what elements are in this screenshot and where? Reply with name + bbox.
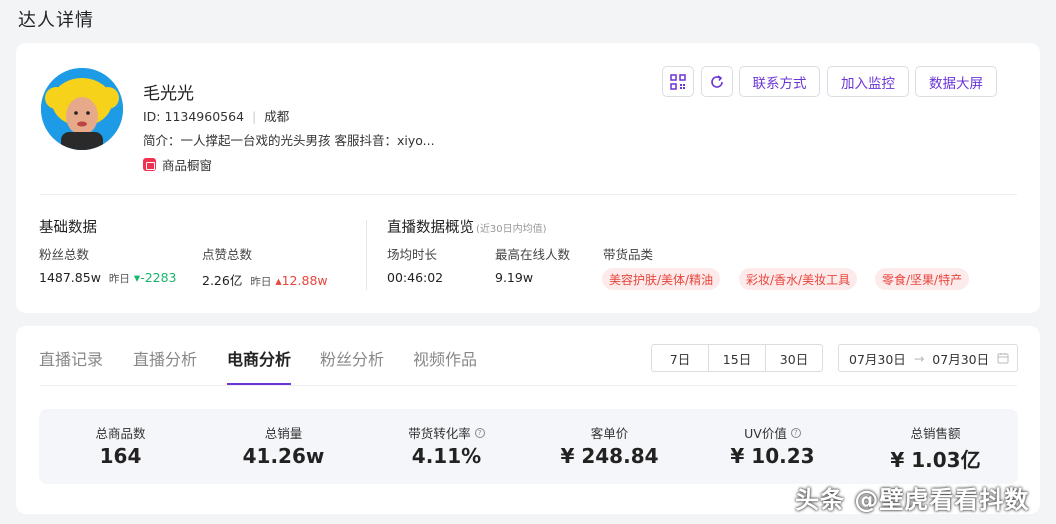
profile-card: 毛光光 ID: 1134960564 | 成都 简介：一人撑起一台戏的光头男孩 客服… — [16, 43, 1040, 313]
shop-bag-icon — [143, 158, 156, 171]
end-date: 07月30日 — [932, 351, 990, 367]
stat-value: ¥ 248.84 — [560, 444, 659, 468]
live-data-title: 直播数据概览 (近30日内均值) — [387, 220, 547, 236]
fans-label: 粉丝总数 — [39, 247, 90, 262]
stat-value: ¥ 10.23 — [730, 444, 815, 468]
category-label: 带货品类 — [603, 247, 654, 262]
stat-label: 总销量 — [264, 426, 303, 441]
avg-duration-value: 00:46:02 — [387, 270, 444, 285]
page-title: 达人详情 — [18, 10, 94, 31]
stat-total-sales-volume: 总销量 41.26w — [202, 409, 365, 484]
stat-value: ¥ 1.03亿 — [890, 448, 981, 472]
ecommerce-stats: 总商品数 164 总销量 41.26w 带货转化率? 4.11% 客单价 ¥ 2… — [39, 409, 1018, 484]
stat-conversion-rate: 带货转化率? 4.11% — [365, 409, 528, 484]
refresh-button[interactable] — [701, 66, 733, 97]
category-tag[interactable]: 彩妆/香水/美妆工具 — [739, 268, 858, 290]
avg-duration-label: 场均时长 — [387, 247, 438, 262]
divider — [40, 194, 1017, 195]
range-15-days-button[interactable]: 15日 — [708, 344, 766, 372]
profile-id: ID: 1134960564 — [143, 109, 245, 124]
basic-data-title: 基础数据 — [39, 220, 97, 236]
peak-online-value: 9.19w — [495, 270, 534, 285]
fans-yesterday-label: 昨日 — [108, 273, 130, 285]
help-icon[interactable]: ? — [474, 427, 485, 438]
shop-window-link[interactable]: 商品橱窗 — [143, 155, 212, 174]
likes-value-row: 2.26亿 昨日 ▴12.88w — [202, 270, 328, 289]
fans-change: ▾-2283 — [133, 270, 177, 285]
stat-label: 客单价 — [590, 426, 629, 441]
stat-label: UV价值? — [691, 423, 854, 442]
tab-fans-analysis[interactable]: 粉丝分析 — [320, 346, 384, 370]
stat-value: 4.11% — [411, 444, 482, 468]
tab-live-records[interactable]: 直播记录 — [39, 346, 103, 370]
date-range-picker[interactable]: 07月30日 → 07月30日 — [838, 344, 1018, 372]
profile-id-line: ID: 1134960564 | 成都 — [143, 106, 289, 125]
fans-value-row: 1487.85w 昨日 ▾-2283 — [39, 270, 177, 286]
category-tag[interactable]: 美容护肤/美体/精油 — [602, 268, 721, 290]
profile-location: 成都 — [264, 109, 290, 124]
tab-video-works[interactable]: 视频作品 — [413, 346, 477, 370]
stat-label: 总销售额 — [910, 426, 961, 441]
divider-vertical — [366, 220, 367, 290]
live-data-note: (近30日内均值) — [476, 224, 547, 235]
stat-uv-value: UV价值? ¥ 10.23 — [691, 409, 854, 484]
profile-intro: 简介：一人撑起一台戏的光头男孩 客服抖音：xiyo... — [143, 133, 435, 148]
tab-live-analysis[interactable]: 直播分析 — [133, 346, 197, 370]
watermark: 头条 @壁虎看看抖数 — [795, 486, 1030, 514]
stat-value: 41.26w — [242, 444, 325, 468]
qr-code-icon — [670, 73, 686, 90]
shop-window-label: 商品橱窗 — [162, 158, 213, 173]
profile-name: 毛光光 — [143, 84, 194, 104]
refresh-icon — [711, 74, 723, 88]
tabs-divider — [40, 385, 1017, 386]
avatar — [41, 68, 123, 150]
arrow-right-icon: → — [913, 350, 925, 366]
stat-total-products: 总商品数 164 — [39, 409, 202, 484]
active-tab-indicator — [227, 383, 291, 385]
help-icon[interactable]: ? — [790, 427, 801, 438]
tab-ecommerce-analysis[interactable]: 电商分析 — [227, 346, 291, 370]
calendar-icon — [997, 353, 1009, 364]
fans-value: 1487.85w — [39, 270, 101, 285]
likes-change: ▴12.88w — [275, 273, 328, 288]
separator: | — [252, 109, 257, 124]
stat-total-sales-amount: 总销售额 ¥ 1.03亿 — [854, 409, 1017, 484]
likes-label: 点赞总数 — [202, 247, 253, 262]
likes-yesterday-label: 昨日 — [250, 276, 272, 288]
stat-label: 带货转化率? — [365, 423, 528, 442]
add-monitor-button[interactable]: 加入监控 — [827, 66, 909, 97]
peak-online-label: 最高在线人数 — [495, 247, 571, 262]
contact-button[interactable]: 联系方式 — [739, 66, 820, 97]
stat-avg-order-price: 客单价 ¥ 248.84 — [528, 409, 691, 484]
qr-code-button[interactable] — [662, 66, 694, 97]
stat-value: 164 — [99, 444, 142, 468]
range-7-days-button[interactable]: 7日 — [651, 344, 709, 372]
range-30-days-button[interactable]: 30日 — [765, 344, 823, 372]
category-tag[interactable]: 零食/坚果/特产 — [875, 268, 970, 290]
start-date: 07月30日 — [849, 351, 906, 367]
likes-value: 2.26亿 — [202, 273, 243, 288]
data-screen-button[interactable]: 数据大屏 — [915, 66, 997, 97]
stat-label: 总商品数 — [95, 426, 146, 441]
